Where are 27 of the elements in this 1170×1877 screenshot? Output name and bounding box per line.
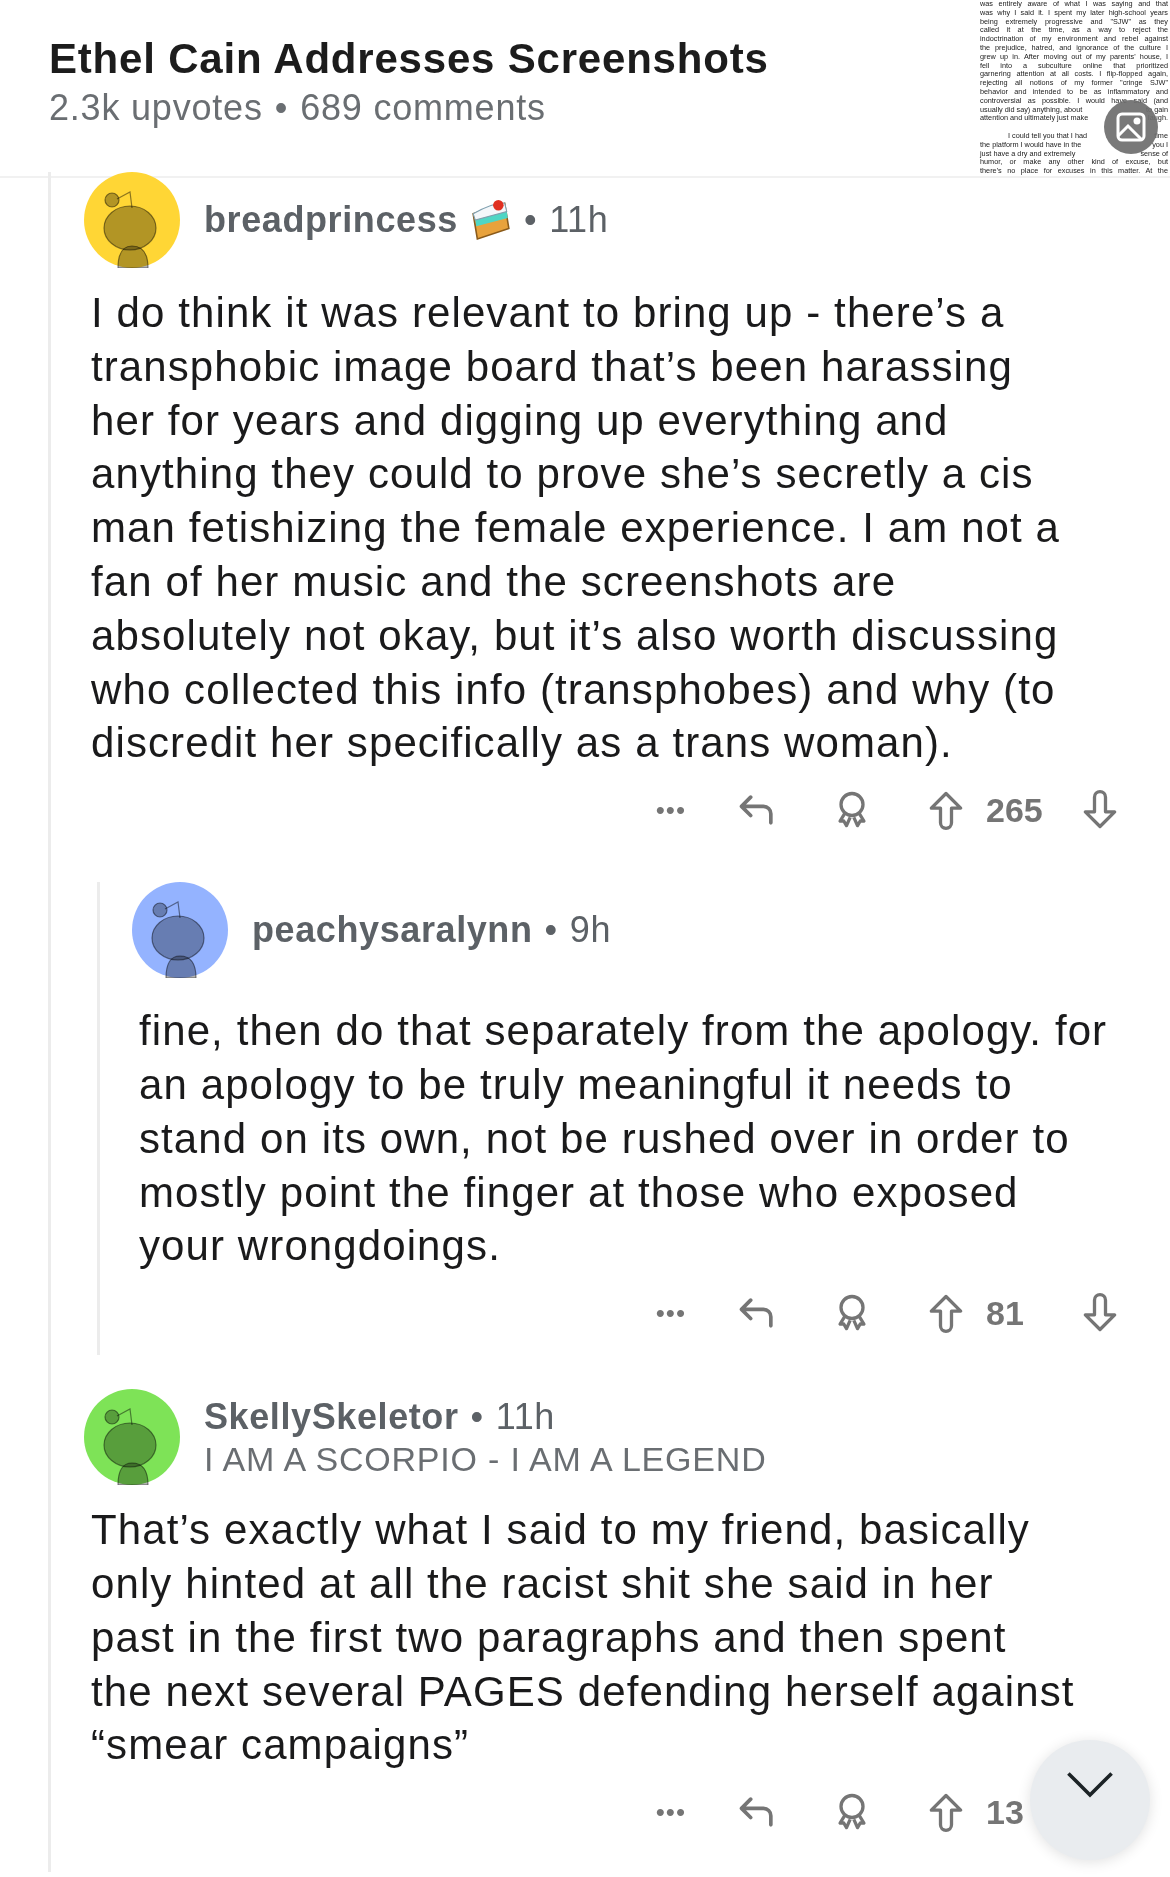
user-avatar[interactable]: [84, 172, 180, 268]
more-options-button[interactable]: •••: [655, 794, 686, 826]
separator-dot: •: [523, 199, 538, 241]
comment-text: fine, then do that separately from the apology. for an apology to be truly meaningful it needs to stand on its own, not be rushed over in order to mostly point the finger at those who exposed your wrongdoings.: [139, 1006, 1109, 1272]
username[interactable]: breadprincess: [204, 199, 458, 241]
vote-count: 265: [986, 790, 1044, 830]
timestamp: 9h: [569, 909, 611, 952]
comment-text: That’s exactly what I said to my friend, basically only hinted at all the racist shit she said in her past in the first two paragraphs and then spent the next several PAGES defending herself against “smear campaigns”: [91, 1505, 1076, 1771]
timestamp: 11h: [549, 199, 609, 241]
vote-count: 81: [986, 1293, 1025, 1333]
user-avatar[interactable]: [84, 1389, 180, 1486]
more-options-button[interactable]: •••: [655, 1796, 686, 1828]
upvote-count: 2.3k upvotes: [49, 86, 263, 130]
username[interactable]: SkellySkeletor: [204, 1395, 459, 1438]
timestamp: 11h: [495, 1395, 555, 1438]
vote-count: 13: [986, 1792, 1025, 1832]
username[interactable]: peachysaralynn: [252, 909, 533, 952]
separator-dot: •: [544, 909, 558, 952]
document-thumbnail[interactable]: [978, 0, 1170, 176]
comment-text: I do think it was relevant to bring up - there’s a transphobic image board that’s been harassing her for years and digging up everything and anything they could to prove she’s secretly a cis man fetishizing the female experience. I am not a fan of her music and the screenshots are absolutely not okay, but it’s also worth discussing who collected this info (transphobes) and why (to discredit her specifically as a trans woman).: [91, 288, 1062, 769]
comment-count: 689 comments: [300, 86, 546, 130]
separator-dot: •: [470, 1395, 484, 1438]
user-flair: I AM A SCORPIO - I AM A LEGEND: [204, 1439, 767, 1479]
post-title: Ethel Cain Addresses Screenshots: [49, 34, 769, 84]
more-options-button[interactable]: •••: [655, 1297, 686, 1329]
separator-dot: •: [274, 86, 289, 130]
user-avatar[interactable]: [132, 882, 228, 979]
